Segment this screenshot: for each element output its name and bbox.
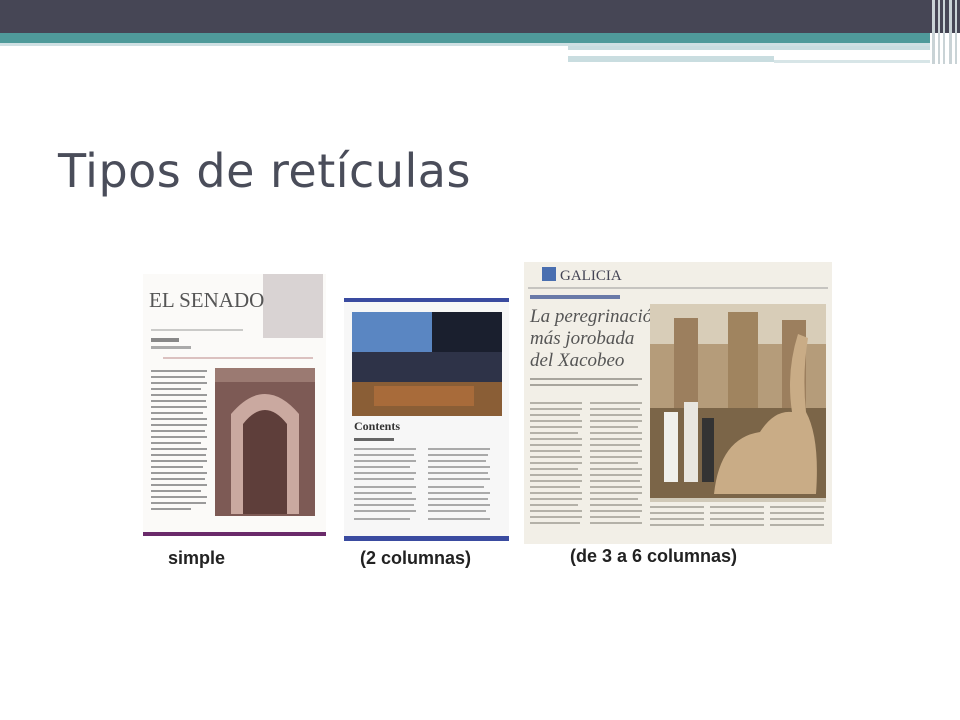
example-simple-thumbnail: EL SENADO	[143, 274, 326, 536]
magazine-page-picture: EL SENADO	[143, 274, 326, 536]
header-accent-band	[0, 33, 930, 43]
magazine-page-picture: Contents	[344, 298, 509, 541]
example-two-columns-caption: (2 columnas)	[360, 548, 472, 568]
header-vertical-rule	[955, 0, 957, 64]
example-two-columns-heading: Contents	[354, 419, 400, 433]
header-vertical-rule	[932, 0, 935, 64]
newspaper-page-picture: GALICIA La peregrinación más jorobada de…	[524, 262, 832, 544]
header-vertical-rule	[949, 0, 952, 64]
header-vertical-rule	[943, 0, 945, 64]
header-rule	[774, 60, 930, 63]
example-multi-columns-caption: (de 3 a 6 columnas)	[570, 546, 738, 566]
header-vertical-rule	[938, 0, 940, 64]
example-two-columns-thumbnail: Contents	[344, 298, 509, 541]
example-simple-masthead: EL SENADO	[149, 288, 264, 312]
example-multi-columns-headline: del Xacobeo	[530, 350, 624, 371]
example-multi-columns-masthead: GALICIA	[560, 268, 622, 284]
header-rule	[568, 46, 930, 50]
example-multi-columns-headline: La peregrinación	[529, 306, 662, 327]
slide-title: Tipos de retículas	[58, 144, 471, 198]
example-multi-columns-thumbnail: GALICIA La peregrinación más jorobada de…	[524, 262, 832, 544]
header-rule	[568, 56, 774, 62]
header-bar	[0, 0, 960, 33]
example-multi-columns-headline: más jorobada	[530, 328, 634, 349]
example-simple-caption: simple	[168, 548, 226, 568]
